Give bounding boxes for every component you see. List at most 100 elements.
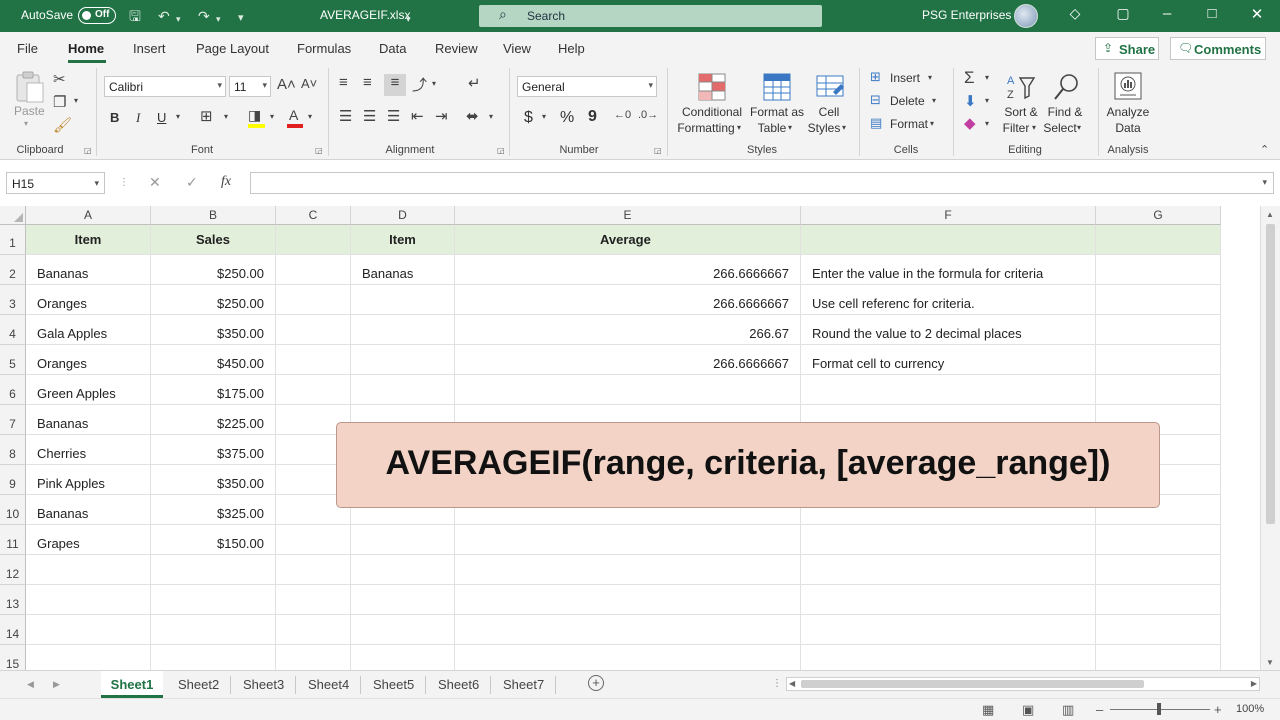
underline-button[interactable]: U (157, 110, 166, 125)
vertical-scroll-thumb[interactable] (1266, 224, 1275, 524)
cell-f13[interactable] (801, 585, 1096, 615)
align-right-icon[interactable]: ☰ (387, 107, 400, 125)
sheet-tab-sheet3[interactable]: Sheet3 (243, 677, 284, 692)
zoom-level[interactable]: 100% (1236, 703, 1264, 715)
cell-c15[interactable] (276, 645, 351, 670)
align-middle-icon[interactable]: ≡ (363, 74, 372, 91)
cell-a12[interactable] (26, 555, 151, 585)
cut-icon[interactable]: ✂ (53, 70, 66, 88)
comma-button[interactable]: 9 (588, 108, 597, 126)
cell-g11[interactable] (1096, 525, 1221, 555)
cell-a14[interactable] (26, 615, 151, 645)
cell-f12[interactable] (801, 555, 1096, 585)
decrease-decimal-icon[interactable]: .0→ (638, 109, 658, 121)
decrease-font-icon[interactable]: A˅ (301, 76, 317, 91)
cell-d1[interactable]: Item (351, 225, 455, 255)
cell-g15[interactable] (1096, 645, 1221, 670)
align-left-icon[interactable]: ☰ (339, 107, 352, 125)
scroll-right-icon[interactable]: ▶ (1251, 679, 1257, 688)
percent-button[interactable]: % (560, 109, 574, 127)
cell-f1[interactable] (801, 225, 1096, 255)
cell-f2[interactable]: Enter the value in the formula for crite… (801, 255, 1096, 285)
column-header-e[interactable]: E (455, 206, 801, 225)
underline-dropdown-icon[interactable]: ▾ (176, 112, 180, 121)
column-header-b[interactable]: B (151, 206, 276, 225)
copy-icon[interactable]: ❐ (53, 93, 66, 111)
cell-d14[interactable] (351, 615, 455, 645)
row-header-2[interactable]: 2 (0, 255, 26, 285)
cell-f4[interactable]: Round the value to 2 decimal places (801, 315, 1096, 345)
currency-dropdown-icon[interactable]: ▾ (542, 112, 546, 121)
autosum-dropdown-icon[interactable]: ▾ (985, 73, 989, 82)
delete-cells-button[interactable]: Delete (890, 94, 925, 108)
formula-input[interactable]: ▾ (250, 172, 1274, 194)
format-painter-icon[interactable]: 🖌 (53, 116, 72, 134)
delete-cells-icon[interactable]: ⊟ (870, 92, 881, 108)
scroll-down-icon[interactable]: ▼ (1266, 658, 1274, 667)
fill-color-dropdown-icon[interactable]: ▾ (270, 112, 274, 121)
clear-icon[interactable]: ◆ (964, 114, 976, 132)
cell-a7[interactable]: Bananas (26, 405, 151, 435)
cell-g4[interactable] (1096, 315, 1221, 345)
sheet-tab-sheet2[interactable]: Sheet2 (178, 677, 219, 692)
zoom-in-icon[interactable]: + (1214, 702, 1222, 717)
cell-f6[interactable] (801, 375, 1096, 405)
sheet-tab-sheet7[interactable]: Sheet7 (503, 677, 544, 692)
borders-dropdown-icon[interactable]: ▾ (224, 112, 228, 121)
column-header-f[interactable]: F (801, 206, 1096, 225)
search-box[interactable]: ⌕ Search (479, 5, 822, 27)
alignment-launcher-icon[interactable]: ◲ (497, 146, 505, 155)
next-sheet-icon[interactable]: ▶ (53, 679, 60, 690)
sheet-tab-sheet6[interactable]: Sheet6 (438, 677, 479, 692)
insert-function-icon[interactable]: fx (221, 174, 231, 190)
increase-font-icon[interactable]: A˄ (277, 76, 296, 93)
cell-f14[interactable] (801, 615, 1096, 645)
cell-g6[interactable] (1096, 375, 1221, 405)
row-header-11[interactable]: 11 (0, 525, 26, 555)
zoom-slider-thumb[interactable] (1157, 703, 1161, 715)
add-sheet-button[interactable]: + (588, 675, 604, 691)
cell-b14[interactable] (151, 615, 276, 645)
column-header-d[interactable]: D (351, 206, 455, 225)
cell-a3[interactable]: Oranges (26, 285, 151, 315)
increase-decimal-icon[interactable]: ←0 (614, 109, 631, 121)
cell-c4[interactable] (276, 315, 351, 345)
undo-icon[interactable]: ↶ (158, 7, 170, 25)
tab-review[interactable]: Review (435, 41, 478, 56)
cell-e6[interactable] (455, 375, 801, 405)
cell-e13[interactable] (455, 585, 801, 615)
cell-a13[interactable] (26, 585, 151, 615)
cell-g2[interactable] (1096, 255, 1221, 285)
cell-c3[interactable] (276, 285, 351, 315)
vertical-scrollbar[interactable]: ▲ ▼ (1260, 206, 1280, 670)
align-bottom-icon[interactable]: ≡ (384, 74, 406, 96)
fill-icon[interactable]: ⬇ (964, 92, 977, 110)
font-color-button[interactable]: A (287, 107, 303, 129)
select-all-button[interactable] (0, 206, 26, 225)
undo-dropdown-icon[interactable]: ▾ (176, 10, 181, 28)
comments-button[interactable]: 🗨 Comments (1170, 37, 1266, 60)
tab-home[interactable]: Home (68, 41, 104, 56)
align-top-icon[interactable]: ≡ (339, 74, 348, 91)
cell-d11[interactable] (351, 525, 455, 555)
autosum-icon[interactable]: Σ (964, 68, 975, 88)
cell-f5[interactable]: Format cell to currency (801, 345, 1096, 375)
row-header-5[interactable]: 5 (0, 345, 26, 375)
merge-dropdown-icon[interactable]: ▾ (489, 112, 493, 121)
cell-d12[interactable] (351, 555, 455, 585)
clipboard-launcher-icon[interactable]: ◲ (84, 146, 92, 155)
cell-a1[interactable]: Item (26, 225, 151, 255)
scroll-left-icon[interactable]: ◀ (789, 679, 795, 688)
font-color-dropdown-icon[interactable]: ▾ (308, 112, 312, 121)
horizontal-scrollbar[interactable]: ◀ ▶ (786, 677, 1260, 691)
number-launcher-icon[interactable]: ◲ (654, 146, 662, 155)
row-header-12[interactable]: 12 (0, 555, 26, 585)
customize-toolbar-icon[interactable]: ▾ (238, 9, 244, 27)
cell-a6[interactable]: Green Apples (26, 375, 151, 405)
expand-formula-bar-icon[interactable]: ▾ (1262, 177, 1267, 188)
cell-a15[interactable] (26, 645, 151, 670)
diamond-icon[interactable]: ◇ (1065, 5, 1085, 22)
cell-b7[interactable]: $225.00 (151, 405, 276, 435)
font-size-select[interactable]: 11 ▾ (229, 76, 271, 97)
redo-icon[interactable]: ↷ (198, 7, 210, 25)
